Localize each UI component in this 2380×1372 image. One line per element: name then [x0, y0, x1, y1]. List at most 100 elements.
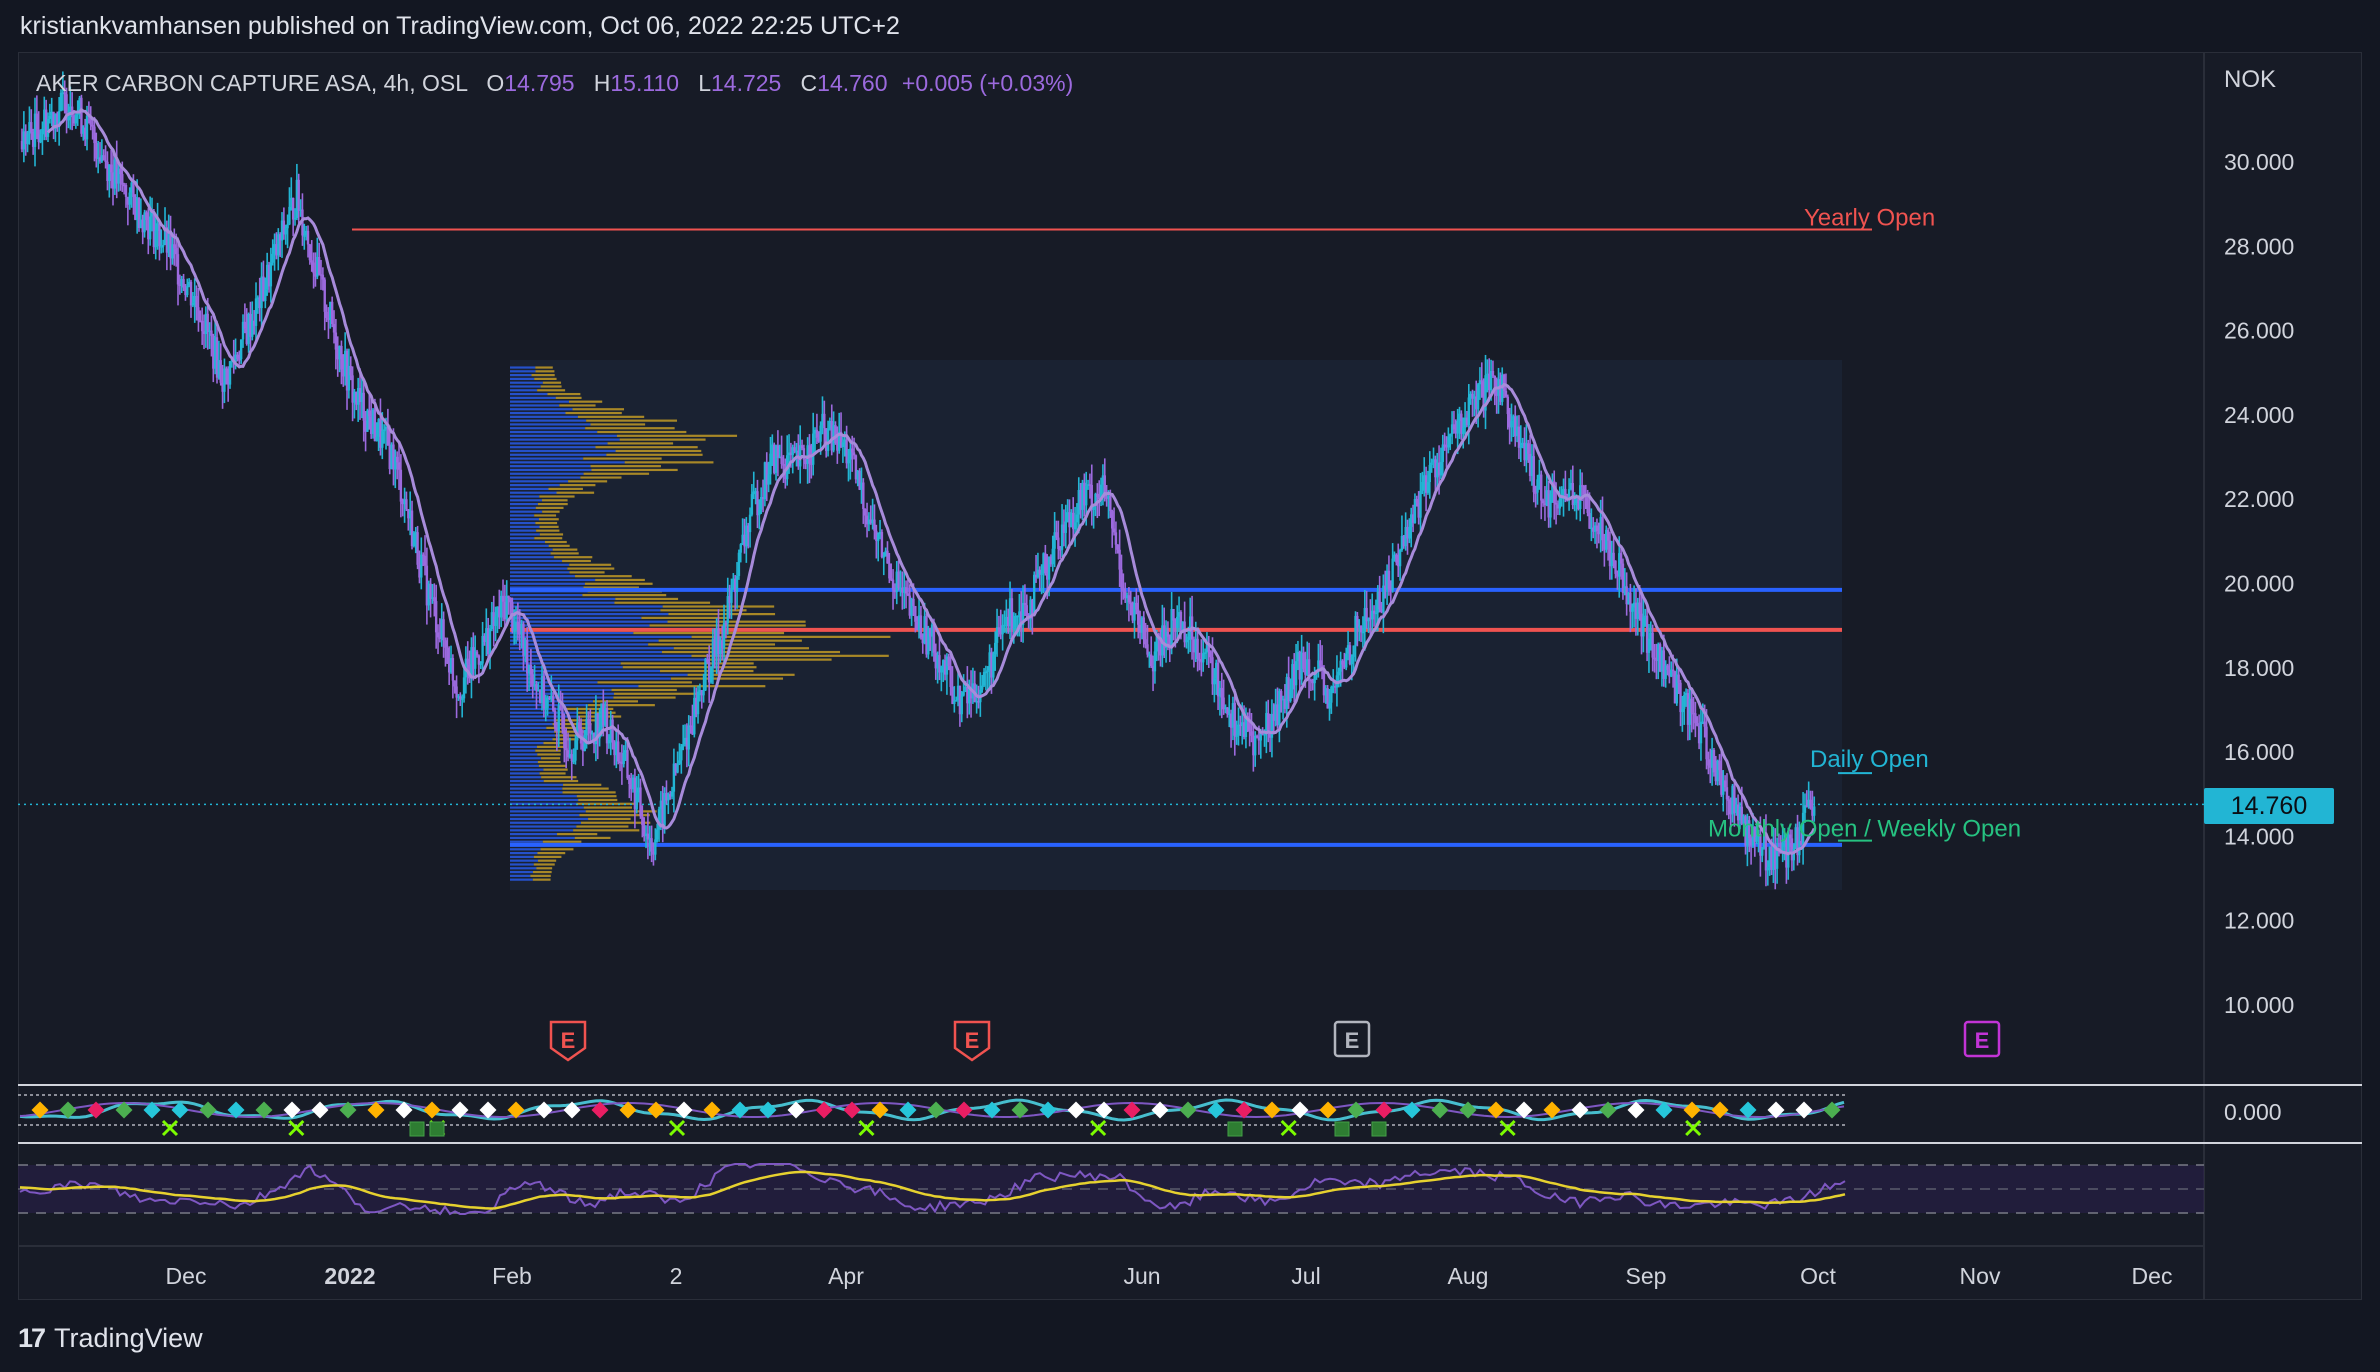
volume-profile-bar-buy — [510, 833, 558, 836]
candle-body — [1506, 396, 1509, 415]
volume-profile-bar-sell — [542, 840, 582, 843]
candle-body — [35, 113, 39, 130]
candle-body — [1267, 713, 1270, 733]
candle-body — [293, 218, 297, 220]
candle-body — [1150, 654, 1153, 667]
candle-body — [1016, 615, 1019, 618]
candle-body — [1517, 426, 1521, 448]
candle-body — [442, 619, 445, 641]
candle-body — [332, 324, 336, 333]
price-tick: 22.000 — [2224, 486, 2294, 512]
volume-profile-bar-buy — [510, 723, 553, 726]
candle-body — [1064, 521, 1067, 533]
volume-profile-bar-buy — [510, 726, 547, 730]
candle-body — [1705, 726, 1708, 760]
earnings-marker-icon[interactable]: E — [1333, 1020, 1371, 1058]
candle-body — [767, 474, 770, 485]
candle-body — [228, 361, 232, 385]
volume-profile-bar-sell — [535, 521, 558, 525]
volume-profile-bar-buy — [510, 540, 545, 544]
footer-brand[interactable]: 17 TradingView — [18, 1320, 203, 1356]
volume-profile-bar-buy — [510, 434, 617, 437]
volume-profile-bar-sell — [590, 465, 661, 468]
candle-body — [889, 578, 893, 580]
earnings-marker-icon[interactable]: E — [1963, 1020, 2001, 1058]
candle-body — [362, 392, 365, 421]
candle-body — [264, 289, 267, 302]
time-tick: Nov — [1960, 1263, 2001, 1289]
volume-profile-bar-buy — [510, 795, 577, 798]
symbol-legend[interactable]: AKER CARBON CAPTURE ASA, 4h, OSL O14.795… — [36, 70, 1073, 97]
candle-body — [91, 124, 94, 127]
candle-body — [124, 184, 128, 197]
time-tick: Dec — [166, 1263, 207, 1289]
volume-profile-bar-sell — [580, 476, 622, 479]
volume-profile-bar-buy — [510, 575, 576, 578]
volume-profile-bar-buy — [510, 415, 578, 418]
candle-body — [1415, 498, 1418, 503]
candle-body — [174, 248, 178, 255]
volume-profile-bar-sell — [540, 385, 562, 388]
candle-body — [375, 436, 378, 442]
volume-profile-bar-sell — [535, 370, 555, 373]
volume-profile-bar-buy — [510, 594, 583, 597]
price-axis[interactable]: 30.000 28.000 26.000 24.000 22.000 20.000 18.0… — [2224, 149, 2294, 1018]
volume-profile-bar-buy — [510, 480, 569, 483]
volume-profile-bar-sell — [572, 408, 625, 411]
time-tick: 2022 — [324, 1263, 375, 1289]
candle-body — [886, 550, 889, 564]
volume-profile-bar-sell — [533, 855, 562, 858]
volume-profile-bar-sell — [548, 487, 583, 491]
volume-profile-bar-buy — [510, 506, 536, 509]
candle-body — [808, 445, 811, 464]
volume-profile-bar-buy — [510, 878, 533, 881]
candle-body — [1116, 544, 1119, 550]
candle-body — [1010, 598, 1014, 630]
volume-profile-bar-buy — [510, 874, 531, 877]
candle-body — [852, 452, 856, 456]
chart-canvas[interactable]: Yearly Open Daily Open Monthly Open / We… — [0, 0, 2380, 1372]
volume-profile-bar-sell — [543, 779, 579, 783]
earnings-markers[interactable]: EEEE — [549, 1020, 2001, 1062]
candle-body — [1718, 760, 1721, 771]
volume-profile-bar-buy — [510, 491, 557, 494]
candle-body — [1120, 569, 1123, 589]
earnings-marker-icon[interactable]: E — [953, 1020, 991, 1062]
time-axis[interactable]: Dec 2022 Feb 2 Apr Jun Jul Aug Sep Oct Nov Dec — [166, 1263, 2173, 1289]
volume-profile-bar-sell — [536, 529, 560, 532]
candle-body — [85, 115, 89, 140]
candle-body — [793, 447, 796, 452]
candle-body — [41, 128, 44, 135]
candle-body — [1254, 735, 1257, 756]
candle-body — [954, 700, 958, 702]
candle-body — [587, 718, 590, 724]
volume-profile-bar-buy — [510, 521, 536, 525]
change-value: +0.005 (+0.03%) — [901, 70, 1074, 96]
candle-body — [321, 274, 325, 280]
candle-body — [891, 579, 895, 590]
candle-body — [611, 719, 614, 743]
candle-body — [1690, 698, 1693, 713]
volume-profile-bar-sell — [562, 787, 609, 790]
candle-body — [1441, 444, 1444, 463]
volume-profile-bar-sell — [552, 548, 578, 551]
volume-profile-bar-buy — [510, 374, 532, 377]
candle-body — [1679, 682, 1682, 713]
volume-profile-bar-buy — [510, 620, 668, 623]
candle-body — [1586, 496, 1589, 514]
candle-body — [93, 126, 96, 144]
candle-body — [1202, 653, 1205, 663]
volume-profile-bar-sell — [536, 867, 553, 870]
candle-body — [982, 672, 986, 686]
earnings-marker-icon[interactable]: E — [549, 1020, 587, 1062]
volume-profile-bar-buy — [510, 582, 585, 585]
volume-profile-bar-sell — [673, 647, 810, 650]
candle-body — [876, 534, 880, 542]
currency-label[interactable]: NOK — [2224, 66, 2276, 94]
candle-body — [1456, 420, 1459, 434]
candle-body — [1707, 759, 1710, 766]
candle-body — [1187, 636, 1190, 640]
candle-body — [176, 254, 180, 285]
volume-profile-bar-buy — [510, 597, 616, 601]
candle-body — [572, 760, 575, 763]
